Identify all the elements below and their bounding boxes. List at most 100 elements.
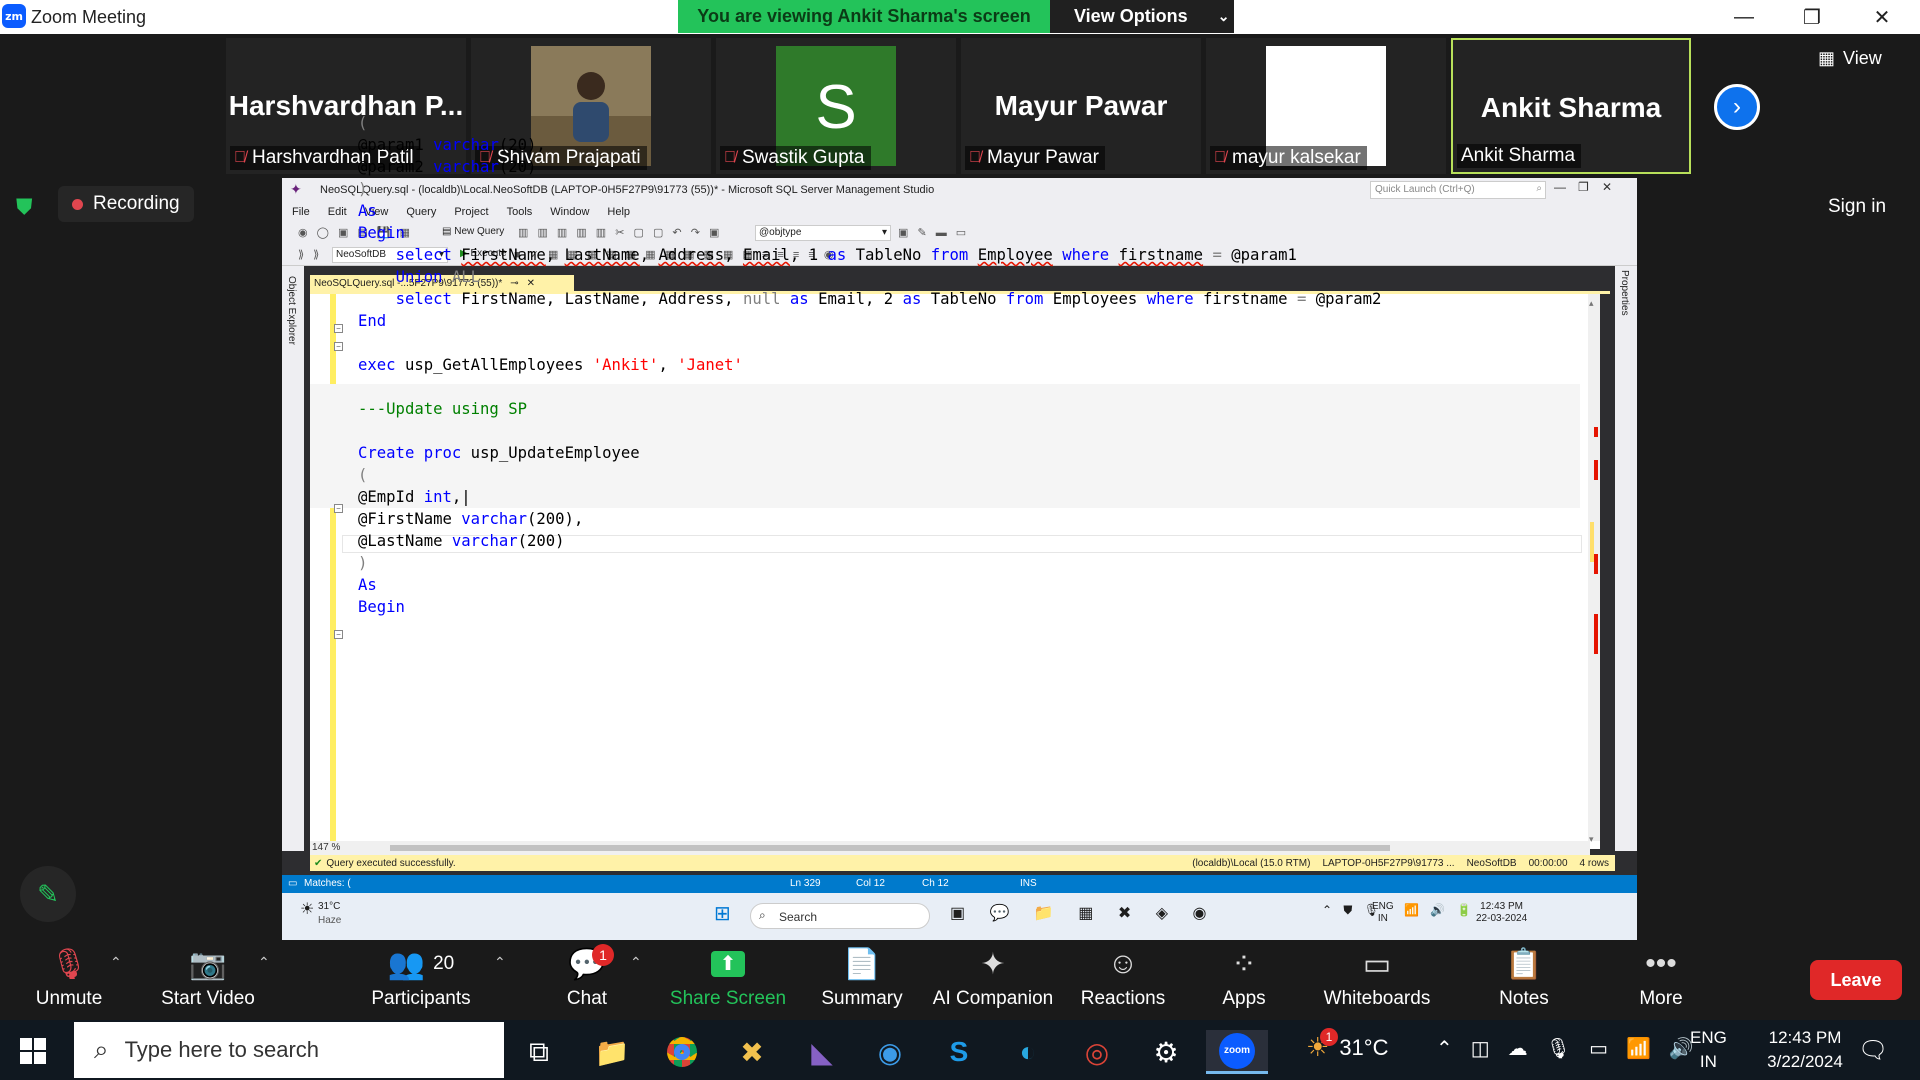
annotate-pencil-button[interactable]: ✎ — [20, 866, 76, 922]
task-view-icon[interactable]: ⧉ — [515, 1030, 563, 1074]
more-button[interactable]: ••• More — [1596, 944, 1726, 1016]
chat-options-chevron-icon[interactable]: ⌃ — [630, 954, 642, 971]
object-explorer-strip[interactable]: Object Explorer — [282, 266, 304, 851]
ssms-logo-icon: ✦ — [290, 181, 302, 197]
view-options-button[interactable]: View Options ⌄ — [1050, 0, 1234, 33]
scroll-thumb[interactable] — [390, 845, 1390, 851]
editor-status-bar: ▭ Matches: ( Ln 329 Col 12 Ch 12 INS — [282, 875, 1637, 893]
reactions-button[interactable]: ☺ Reactions — [1058, 944, 1188, 1016]
video-off-icon: 📷 — [189, 947, 227, 981]
vertical-scrollbar[interactable]: ▴ ▾ — [1588, 294, 1600, 844]
leave-button[interactable]: Leave — [1810, 960, 1902, 1000]
database-name: NeoSoftDB — [1466, 857, 1517, 869]
app-title: Zoom Meeting — [31, 7, 147, 27]
participants-icon: 👥 20 — [387, 947, 455, 981]
participants-options-chevron-icon[interactable]: ⌃ — [494, 954, 506, 971]
ssms-taskbar-icon[interactable]: ✖ — [728, 1030, 776, 1074]
menu-edit[interactable]: Edit — [328, 206, 347, 218]
apps-icon: ⁘ — [1231, 947, 1257, 981]
chrome-icon[interactable] — [658, 1030, 706, 1074]
viewing-banner: You are viewing Ankit Sharma's screen — [678, 0, 1050, 33]
apps-button[interactable]: ⁘ Apps — [1179, 944, 1309, 1016]
outlook-icon[interactable]: ◉ — [866, 1030, 914, 1074]
collapse-toggle[interactable]: − — [334, 630, 343, 639]
zoom-level[interactable]: 147 % — [312, 842, 340, 853]
collapse-toggle[interactable]: − — [334, 342, 343, 351]
collapse-toggle[interactable]: − — [334, 324, 343, 333]
visual-studio-icon[interactable]: ◣ — [798, 1030, 846, 1074]
zoom-taskbar-icon[interactable]: zoom — [1206, 1030, 1268, 1074]
inner-clock[interactable]: 12:43 PM 22-03-2024 — [1476, 901, 1527, 925]
share-screen-icon: ⬆ — [663, 944, 793, 984]
file-explorer-icon[interactable]: 📁 — [588, 1030, 636, 1074]
inner-network-icons[interactable]: 📶 🔊 🔋 — [1404, 903, 1476, 917]
whiteboards-button[interactable]: ▭ Whiteboards — [1312, 944, 1442, 1016]
collapse-toggle[interactable]: − — [334, 504, 343, 513]
chevron-up-icon[interactable]: ⌃ — [1436, 1036, 1453, 1061]
skype-icon[interactable]: S — [935, 1030, 983, 1074]
inner-search-box[interactable]: ⌕ Search — [750, 903, 930, 929]
search-icon: ⌕ — [1536, 183, 1542, 194]
next-page-button[interactable]: › — [1714, 84, 1760, 130]
settings-gear-icon[interactable]: ⚙ — [1142, 1030, 1190, 1074]
record-dot-icon — [72, 198, 83, 210]
battery-icon[interactable]: ▭ — [1589, 1036, 1608, 1061]
summary-button[interactable]: 📄 Summary — [797, 944, 927, 1016]
shield-check-icon[interactable]: ⛊ — [16, 194, 33, 220]
system-tray: ⌃ ◫ ☁ 🎙 ▭ 📶 🔊 — [1436, 1036, 1694, 1061]
login-name: LAPTOP-0H5F27P9\91773 ... — [1322, 857, 1455, 869]
quick-launch-input[interactable]: Quick Launch (Ctrl+Q) ⌕ — [1370, 181, 1546, 199]
windows-start-icon[interactable]: ⊞ — [714, 901, 731, 926]
notes-button[interactable]: 📋 Notes — [1459, 944, 1589, 1016]
microphone-icon[interactable]: 🎙 — [1546, 1036, 1571, 1061]
error-marker — [1594, 614, 1598, 654]
ssms-restore-button[interactable]: ❐ — [1578, 180, 1589, 194]
language-indicator[interactable]: ENG IN — [1690, 1026, 1727, 1074]
whiteboard-icon: ▭ — [1362, 947, 1392, 981]
notes-label: Notes — [1499, 988, 1549, 1009]
windows-start-icon[interactable] — [18, 1036, 48, 1066]
meet-now-icon[interactable]: ◫ — [1471, 1036, 1490, 1061]
inner-taskbar-apps[interactable]: ▣ 💬 📁 ▦ ✖ ◈ ◉ — [950, 903, 1216, 923]
onedrive-cloud-icon[interactable]: ☁ — [1508, 1036, 1528, 1061]
error-marker — [1594, 427, 1598, 437]
audio-options-chevron-icon[interactable]: ⌃ — [110, 954, 122, 971]
inner-temperature: 31°C — [318, 901, 341, 912]
toolbar-icons[interactable]: ⟫ ⟫ — [298, 248, 322, 261]
notification-icon[interactable]: 🗨 — [1858, 1036, 1888, 1065]
sql-code[interactable]: ( @param1 varchar(20), @param2 varchar(2… — [358, 112, 1381, 618]
scroll-up-icon[interactable]: ▴ — [1589, 298, 1594, 309]
participant-tile-active[interactable]: Ankit Sharma Ankit Sharma — [1451, 38, 1691, 174]
taskbar-clock[interactable]: 12:43 PM 3/22/2024 — [1750, 1026, 1860, 1074]
weather-widget[interactable]: ☀ 1 31°C — [1306, 1028, 1388, 1063]
close-button[interactable]: ✕ — [1852, 0, 1912, 34]
ssms-close-button[interactable]: ✕ — [1602, 180, 1612, 194]
whiteboards-label: Whiteboards — [1323, 988, 1431, 1009]
properties-strip[interactable]: Properties — [1615, 266, 1637, 851]
participant-big-name: Ankit Sharma — [1480, 92, 1662, 123]
menu-file[interactable]: File — [292, 206, 310, 218]
horizontal-scrollbar[interactable]: 147 % — [310, 841, 1590, 855]
inner-language[interactable]: ENG IN — [1372, 901, 1394, 925]
mic-muted-icon: 🎙̸ — [234, 149, 246, 166]
recording-indicator[interactable]: Recording — [58, 186, 194, 222]
reactions-label: Reactions — [1080, 988, 1166, 1009]
video-options-chevron-icon[interactable]: ⌃ — [258, 954, 270, 971]
restore-button[interactable]: ❐ — [1782, 0, 1842, 34]
start-video-button[interactable]: 📷 Start Video — [143, 944, 273, 1016]
ssms-minimize-button[interactable]: — — [1554, 180, 1566, 194]
wifi-icon[interactable]: 📶 — [1626, 1036, 1651, 1061]
taskbar-search-box[interactable]: ⌕ Type here to search — [74, 1022, 504, 1078]
chrome-profile-icon[interactable]: ◎ — [1073, 1030, 1121, 1074]
ai-companion-label: AI Companion — [932, 988, 1054, 1009]
view-button[interactable]: ▦ View — [1818, 48, 1882, 69]
error-marker — [1594, 554, 1598, 574]
minimize-button[interactable]: — — [1714, 0, 1774, 34]
server-name: (localdb)\Local (15.0 RTM) — [1192, 857, 1311, 869]
weather-icon: ☀ — [300, 901, 315, 918]
sign-in-link[interactable]: Sign in — [1828, 196, 1886, 218]
ai-companion-button[interactable]: ✦ AI Companion — [928, 944, 1058, 1016]
participants-button[interactable]: 👥 20 Participants — [356, 944, 486, 1016]
edge-icon[interactable]: ◐ — [1004, 1030, 1052, 1074]
share-screen-button[interactable]: ⬆ Share Screen — [663, 944, 793, 1016]
